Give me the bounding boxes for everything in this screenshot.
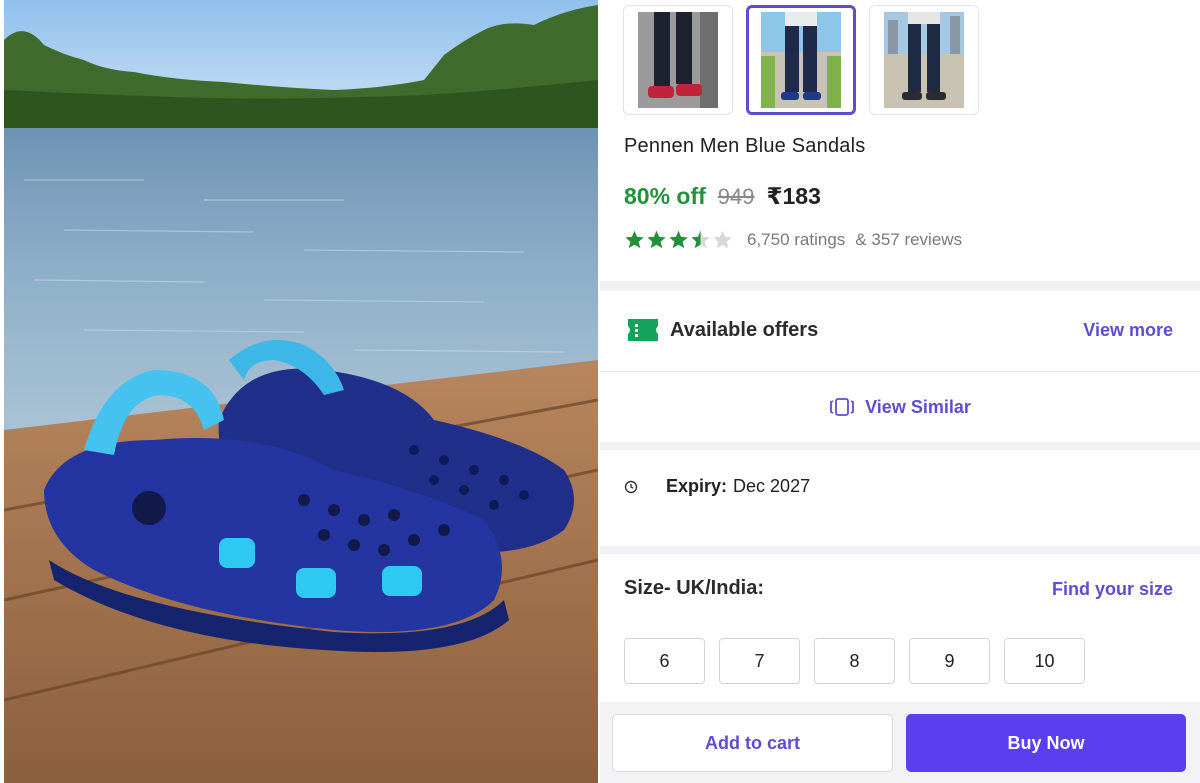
divider: [600, 371, 1200, 372]
offers-title: Available offers: [670, 318, 819, 341]
star-half-icon: [691, 230, 710, 249]
selling-price: ₹183: [766, 183, 821, 209]
view-similar-button[interactable]: View Similar: [600, 374, 1200, 440]
buy-now-button[interactable]: Buy Now: [906, 714, 1186, 772]
size-heading: Size- UK/India:: [624, 577, 765, 599]
star-rating: [624, 229, 733, 250]
legs-in-red-sandals-thumbnail-image: [638, 12, 718, 108]
view-similar-label: View Similar: [865, 396, 971, 417]
add-to-cart-button[interactable]: Add to cart: [612, 714, 893, 772]
size-option-6[interactable]: 6: [624, 638, 705, 684]
view-more-offers-link[interactable]: View more: [1083, 320, 1173, 341]
legs-on-pavement-thumbnail-image: [761, 12, 841, 108]
ratings-count: 6,750 ratings: [747, 229, 846, 249]
expiry-row: Expiry: Dec 2027: [624, 476, 810, 497]
size-options: 6 7 8 9 10: [624, 638, 1085, 684]
expiry-label: Expiry:: [666, 476, 728, 496]
thumbnail-gallery: [623, 5, 979, 115]
rating-row[interactable]: 6,750 ratings & 357 reviews: [624, 229, 962, 250]
section-separator: [600, 546, 1200, 554]
discount-percent: 80% off: [624, 183, 706, 209]
find-your-size-link[interactable]: Find your size: [1052, 579, 1173, 600]
thumbnail-3[interactable]: [869, 5, 979, 115]
star-full-icon: [647, 230, 666, 249]
star-empty-icon: [713, 230, 732, 249]
cards-icon: [830, 398, 855, 416]
size-option-7[interactable]: 7: [719, 638, 800, 684]
clock-icon: [624, 480, 638, 493]
price-row: 80% off 949 ₹183: [624, 183, 821, 210]
thumbnail-2[interactable]: [746, 5, 856, 115]
size-option-8[interactable]: 8: [814, 638, 895, 684]
thumbnail-1[interactable]: [623, 5, 733, 115]
reviews-count: & 357 reviews: [855, 229, 963, 249]
original-price: 949: [717, 184, 755, 209]
product-hero-image: [4, 0, 598, 783]
product-title: Pennen Men Blue Sandals: [624, 135, 866, 157]
legs-city-street-thumbnail-image: [884, 12, 964, 108]
available-offers-section[interactable]: Available offers View more: [600, 292, 1200, 368]
star-full-icon: [625, 230, 644, 249]
section-separator: [600, 442, 1200, 450]
star-full-icon: [669, 230, 688, 249]
section-separator: [600, 281, 1200, 291]
size-option-10[interactable]: 10: [1004, 638, 1085, 684]
bottom-action-bar: Add to cart Buy Now: [600, 702, 1200, 783]
product-detail-panel: Pennen Men Blue Sandals 80% off 949 ₹183…: [600, 0, 1200, 783]
size-option-9[interactable]: 9: [909, 638, 990, 684]
expiry-value: Dec 2027: [733, 476, 811, 496]
ticket-icon: [628, 319, 658, 341]
